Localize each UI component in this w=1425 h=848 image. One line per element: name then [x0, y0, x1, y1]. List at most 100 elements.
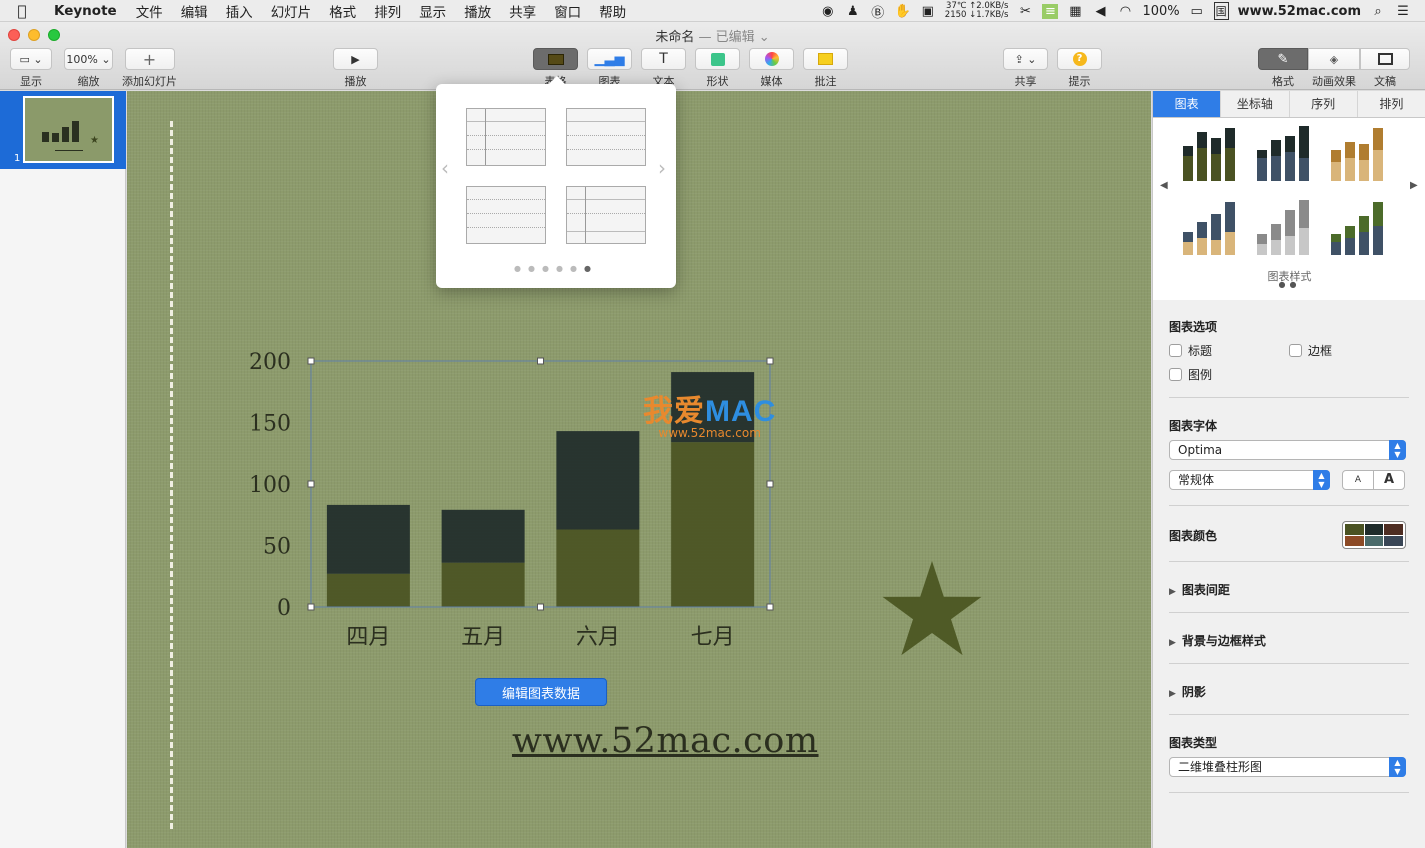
palette-color: [1364, 535, 1384, 546]
share-label: 共享: [1014, 75, 1037, 88]
media-button[interactable]: [749, 48, 794, 70]
edited-status[interactable]: — 已编辑 ⌄: [698, 30, 769, 45]
memory-icon[interactable]: ≡: [1042, 3, 1059, 19]
monitor-icon[interactable]: ▣: [920, 4, 936, 19]
bar-segment[interactable]: [556, 529, 640, 607]
b-badge-icon[interactable]: Ⓑ: [870, 2, 886, 21]
chart-style-option[interactable]: [1331, 128, 1383, 181]
format-inspector: 图表 坐标轴 序列 排列 ◀ ▶ 图表样式 ●● 图表选项 标题 边框 图例 图…: [1152, 91, 1425, 848]
bar-segment[interactable]: [556, 431, 640, 530]
share-button[interactable]: ⇪ ⌄: [1003, 48, 1048, 70]
menu-view[interactable]: 显示: [410, 1, 455, 21]
text-button[interactable]: T: [641, 48, 686, 70]
chart-gap-disclosure[interactable]: ▶ 图表间距: [1169, 581, 1230, 598]
format-button[interactable]: ✎: [1258, 48, 1308, 70]
table-style-option[interactable]: [566, 186, 646, 244]
table-style-option[interactable]: [466, 186, 546, 244]
tab-series[interactable]: 序列: [1290, 91, 1358, 117]
popover-page-dots[interactable]: ●●●●●●: [436, 264, 676, 273]
bar-segment[interactable]: [441, 562, 525, 607]
resize-handle[interactable]: [307, 357, 315, 365]
decrease-font-button[interactable]: A: [1342, 470, 1374, 490]
resize-handle[interactable]: [766, 480, 774, 488]
increase-font-button[interactable]: A: [1373, 470, 1405, 490]
keyboard-icon[interactable]: ▦: [1067, 4, 1083, 19]
bar-segment[interactable]: [441, 509, 525, 563]
slide-thumbnail-row-selected[interactable]: ★ 1: [0, 91, 126, 169]
chart-style-option[interactable]: [1331, 202, 1383, 255]
menu-play[interactable]: 播放: [455, 1, 500, 21]
tab-arrange[interactable]: 排列: [1358, 91, 1425, 117]
bar-segment[interactable]: [671, 442, 755, 607]
table-style-option[interactable]: [466, 108, 546, 166]
resize-handle[interactable]: [766, 603, 774, 611]
menu-edit[interactable]: 编辑: [172, 1, 217, 21]
menu-insert[interactable]: 插入: [217, 1, 262, 21]
menu-format[interactable]: 格式: [320, 1, 365, 21]
apple-menu-icon[interactable]: : [0, 2, 44, 20]
view-button[interactable]: ▭ ⌄: [10, 48, 52, 70]
title-checkbox-box[interactable]: [1169, 344, 1182, 357]
resize-handle[interactable]: [766, 357, 774, 365]
resize-handle[interactable]: [307, 480, 315, 488]
chart-type-select[interactable]: 二维堆叠柱形图 ▲ ▼: [1169, 757, 1406, 777]
resize-handle[interactable]: [537, 357, 544, 365]
add-slide-button[interactable]: +: [124, 48, 175, 70]
popover-prev-arrow-icon[interactable]: ‹: [441, 156, 449, 180]
background-border-disclosure[interactable]: ▶ 背景与边框样式: [1169, 632, 1266, 649]
shape-button[interactable]: [695, 48, 740, 70]
chart-color-palette[interactable]: [1342, 521, 1406, 549]
comment-button[interactable]: [803, 48, 848, 70]
tips-button[interactable]: ?: [1057, 48, 1102, 70]
menu-share[interactable]: 共享: [500, 1, 545, 21]
title-checkbox[interactable]: 标题: [1169, 342, 1212, 359]
wifi-icon[interactable]: ◠: [1117, 4, 1133, 19]
volume-icon[interactable]: ◀: [1092, 4, 1108, 19]
chart-style-option[interactable]: [1183, 128, 1235, 181]
status-circle-icon[interactable]: ◉: [820, 4, 836, 19]
slide-site-text[interactable]: www.52mac.com: [512, 721, 819, 761]
chart-style-option[interactable]: [1257, 200, 1309, 255]
play-button[interactable]: ▶: [333, 48, 378, 70]
bar-segment[interactable]: [326, 504, 410, 574]
border-checkbox[interactable]: 边框: [1289, 342, 1332, 359]
resize-handle[interactable]: [307, 603, 315, 611]
tab-chart[interactable]: 图表: [1153, 91, 1222, 117]
menu-window[interactable]: 窗口: [545, 1, 590, 21]
font-family-select[interactable]: Optima ▲ ▼: [1169, 440, 1406, 460]
battery-icon[interactable]: ▭: [1189, 4, 1205, 19]
resize-handle[interactable]: [537, 603, 544, 611]
menu-file[interactable]: 文件: [127, 1, 172, 21]
tab-axis[interactable]: 坐标轴: [1221, 91, 1290, 117]
chart-button[interactable]: ▁▃▅: [587, 48, 632, 70]
animate-button[interactable]: ◈: [1308, 48, 1360, 70]
spotlight-search-icon[interactable]: ⌕: [1370, 4, 1386, 19]
border-checkbox-box[interactable]: [1289, 344, 1302, 357]
font-style-select[interactable]: 常规体 ▲ ▼: [1169, 470, 1330, 490]
qq-penguin-icon[interactable]: ♟: [845, 4, 861, 19]
chart-style-option[interactable]: [1183, 202, 1235, 255]
bar-segment[interactable]: [326, 573, 410, 607]
shadow-disclosure[interactable]: ▶ 阴影: [1169, 683, 1206, 700]
hand-icon[interactable]: ✋: [895, 4, 911, 19]
document-button[interactable]: [1360, 48, 1410, 70]
chart-styles-page-dots[interactable]: ●●: [1153, 280, 1425, 289]
menu-slide[interactable]: 幻灯片: [262, 1, 321, 21]
menu-arrange[interactable]: 排列: [365, 1, 410, 21]
chart-style-option[interactable]: [1257, 126, 1309, 181]
network-stats[interactable]: 37℃ ↑2.0KB/s 2150 ↓1.7KB/s: [945, 2, 1009, 20]
notification-list-icon[interactable]: ☰: [1395, 4, 1411, 19]
scissors-icon[interactable]: ✂: [1017, 4, 1033, 19]
star-shape[interactable]: [882, 561, 982, 656]
popover-next-arrow-icon[interactable]: ›: [658, 156, 666, 180]
app-menu[interactable]: Keynote: [44, 3, 127, 19]
edit-chart-data-button[interactable]: 编辑图表数据: [475, 678, 607, 706]
zoom-select[interactable]: 100% ⌄: [64, 48, 113, 70]
input-method[interactable]: 国: [1213, 2, 1229, 20]
table-style-option[interactable]: [566, 108, 646, 166]
menu-help[interactable]: 帮助: [590, 1, 635, 21]
legend-checkbox[interactable]: 图例: [1169, 366, 1212, 383]
table-button[interactable]: [533, 48, 578, 70]
slide-thumbnail[interactable]: ★: [23, 96, 114, 163]
legend-checkbox-box[interactable]: [1169, 368, 1182, 381]
